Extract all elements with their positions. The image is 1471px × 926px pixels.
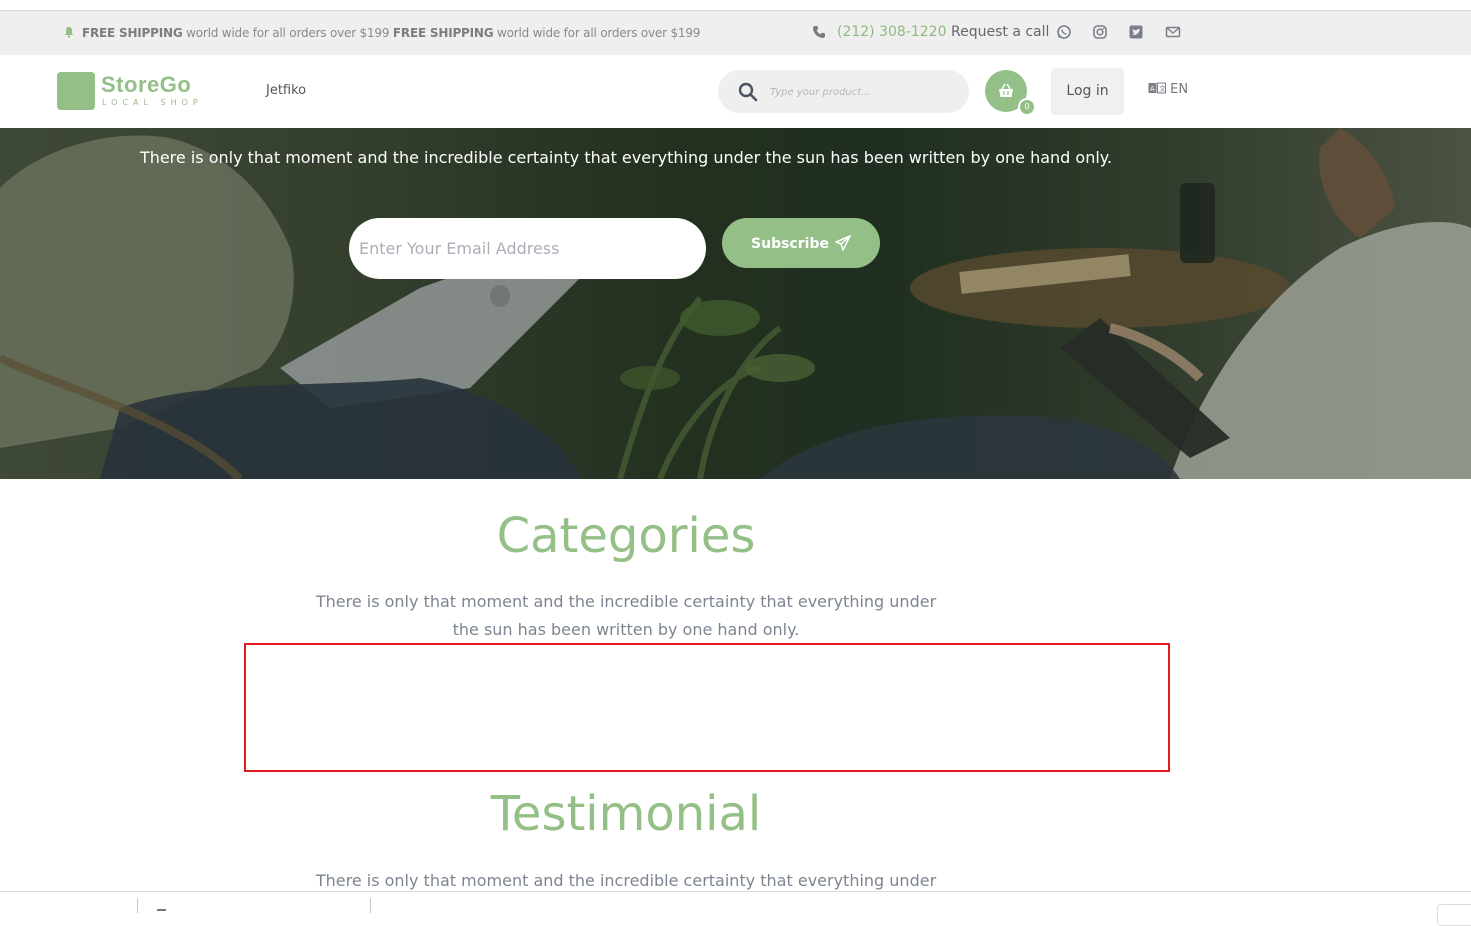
request-call-link[interactable]: Request a call (951, 24, 1049, 40)
categories-title: Categories (496, 508, 756, 564)
cart-count-badge: 0 (1018, 98, 1036, 116)
logo-name[interactable]: StoreGo (101, 72, 191, 98)
bell-icon (64, 27, 74, 38)
logo-mark[interactable] (57, 72, 95, 110)
login-button[interactable]: Log in (1051, 68, 1124, 115)
promo-bold: FREE SHIPPING (392, 26, 494, 40)
search-box[interactable] (718, 70, 969, 113)
main-header: StoreGo LOCAL SHOP Jetfiko 0 Log in A 文 … (0, 55, 1471, 128)
send-icon (835, 234, 851, 251)
shipping-promo: FREE SHIPPING world wide for all orders … (82, 26, 700, 40)
promo-text: world wide for all orders over $199 (182, 26, 393, 40)
svg-text:文: 文 (1159, 84, 1166, 93)
subscribe-label: Subscribe (751, 235, 829, 252)
hero-background-image (0, 128, 1471, 479)
categories-description: There is only that moment and the incred… (315, 592, 937, 639)
testimonial-title: Testimonial (490, 786, 762, 842)
instagram-icon[interactable] (1092, 24, 1108, 40)
divider (370, 898, 371, 913)
divider (137, 898, 138, 913)
cart-button[interactable]: 0 (985, 70, 1036, 116)
hero-description: There is only that moment and the incred… (139, 148, 1113, 167)
basket-icon (999, 83, 1013, 97)
search-input[interactable] (768, 80, 952, 104)
subscribe-button[interactable]: Subscribe (722, 218, 880, 268)
categories-highlight-box (244, 643, 1170, 772)
promo-text: world wide for all orders over $199 (493, 26, 701, 40)
twitter-icon[interactable] (1128, 24, 1144, 40)
phone-number-link[interactable]: (212) 308-1220 (837, 24, 947, 40)
nav-item-jetfiko[interactable]: Jetfiko (266, 83, 306, 98)
bottom-bar (0, 891, 1471, 926)
language-selector[interactable]: A 文 EN (1148, 82, 1188, 97)
promo-bold: FREE SHIPPING (82, 26, 183, 40)
minimize-icon[interactable] (157, 909, 166, 911)
mail-icon[interactable] (1165, 24, 1181, 40)
language-icon: A 文 (1148, 82, 1166, 94)
hero-banner: There is only that moment and the incred… (0, 128, 1471, 479)
phone-icon (813, 26, 825, 38)
search-icon[interactable] (738, 82, 758, 102)
email-input[interactable] (349, 218, 706, 279)
announcement-bar: FREE SHIPPING world wide for all orders … (0, 10, 1471, 55)
corner-widget[interactable] (1437, 904, 1471, 926)
language-label: EN (1170, 82, 1189, 97)
svg-text:A: A (1150, 85, 1155, 93)
logo-tagline: LOCAL SHOP (102, 98, 203, 107)
whatsapp-icon[interactable] (1056, 24, 1072, 40)
